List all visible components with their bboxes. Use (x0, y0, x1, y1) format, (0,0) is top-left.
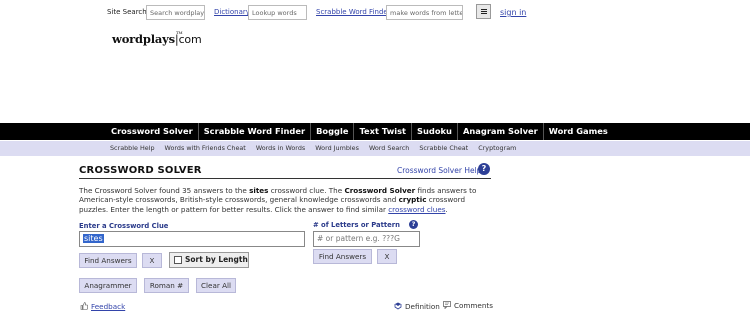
comment-icon (443, 301, 451, 309)
feedback-label: Feedback (91, 302, 126, 311)
book-icon (394, 302, 402, 310)
subnav-scrabble-cheat[interactable]: Scrabble Cheat (414, 141, 473, 156)
sort-by-length-checkbox[interactable]: Sort by Length (169, 252, 249, 268)
subnav-word-search[interactable]: Word Search (364, 141, 414, 156)
subnav-scrabble-help[interactable]: Scrabble Help (105, 141, 160, 156)
find-answers-button[interactable]: Find Answers (79, 253, 137, 268)
nav-text-twist[interactable]: Text Twist (354, 123, 413, 140)
help-question-icon[interactable]: ? (478, 163, 490, 175)
sign-in-link[interactable]: sign in (500, 8, 526, 17)
hamburger-menu-icon[interactable] (476, 4, 491, 19)
desc-solver: Crossword Solver (344, 186, 416, 195)
clear-clue-button[interactable]: X (142, 253, 162, 268)
nav-sudoku[interactable]: Sudoku (412, 123, 458, 140)
feedback-link[interactable]: Feedback (80, 302, 125, 311)
scrabble-word-finder-link[interactable]: Scrabble Word Finder (316, 8, 391, 16)
pattern-placeholder: # or pattern e.g. ???G (317, 234, 400, 243)
subnav-word-jumbles[interactable]: Word Jumbles (310, 141, 364, 156)
clear-pattern-button[interactable]: X (377, 249, 397, 264)
sub-nav: Scrabble Help Words with Friends Cheat W… (0, 141, 750, 156)
clue-value: sites (83, 234, 104, 243)
desc-part: crossword clue. The (268, 186, 345, 195)
desc-cryptic: cryptic (398, 195, 427, 205)
clear-all-button[interactable]: Clear All (196, 278, 236, 293)
desc-part: . (445, 204, 448, 214)
subnav-words-in-words[interactable]: Words in Words (251, 141, 310, 156)
desc-part: The Crossword Solver found 35 answers to… (79, 186, 250, 195)
anagrammer-button[interactable]: Anagrammer (79, 278, 137, 293)
roman-numeral-button[interactable]: Roman # (144, 278, 189, 293)
nav-word-games[interactable]: Word Games (544, 123, 613, 140)
definition-link[interactable]: Definition (394, 302, 440, 311)
comments-label: Comments (454, 301, 493, 310)
definition-label: Definition (405, 302, 440, 311)
logo-trademark: TM (176, 30, 183, 35)
checkbox-box[interactable] (174, 256, 182, 264)
subnav-wwf-cheat[interactable]: Words with Friends Cheat (160, 141, 251, 156)
crossword-solver-help-link[interactable]: Crossword Solver Help (397, 166, 481, 175)
clue-label: Enter a Crossword Clue (79, 222, 169, 230)
title-divider (79, 178, 491, 179)
pattern-label: # of Letters or Pattern (313, 221, 400, 229)
clue-input[interactable]: sites (79, 231, 305, 247)
pattern-input[interactable]: # or pattern e.g. ???G (313, 231, 420, 247)
nav-scrabble-word-finder[interactable]: Scrabble Word Finder (199, 123, 312, 140)
page-title: CROSSWORD SOLVER (79, 165, 202, 176)
nav-crossword-solver[interactable]: Crossword Solver (106, 123, 199, 140)
dictionary-link[interactable]: Dictionary (214, 8, 250, 16)
description-text: The Crossword Solver found 35 answers to… (79, 186, 479, 214)
scrabble-input[interactable]: make words from letters (386, 5, 463, 20)
top-search-bar: Site Search Search wordplays Dictionary … (0, 4, 750, 21)
wordplays-logo[interactable]: wordplays TM |com (112, 30, 202, 46)
subnav-cryptogram[interactable]: Cryptogram (473, 141, 521, 156)
dictionary-input[interactable]: Lookup words (248, 5, 307, 20)
nav-anagram-solver[interactable]: Anagram Solver (458, 123, 544, 140)
sort-by-length-label: Sort by Length (185, 255, 248, 264)
desc-clue: sites (249, 186, 269, 195)
comments-link[interactable]: Comments (443, 301, 493, 310)
crossword-clues-link[interactable]: crossword clues (388, 205, 445, 214)
nav-boggle[interactable]: Boggle (311, 123, 355, 140)
main-nav: Crossword Solver Scrabble Word Finder Bo… (0, 123, 750, 140)
pattern-help-icon[interactable]: ? (409, 220, 418, 229)
thumbs-up-icon (80, 302, 88, 310)
site-search-label: Site Search (107, 8, 147, 16)
site-search-input[interactable]: Search wordplays (146, 5, 205, 20)
logo-name: wordplays (112, 32, 175, 46)
find-answers-pattern-button[interactable]: Find Answers (313, 249, 372, 264)
